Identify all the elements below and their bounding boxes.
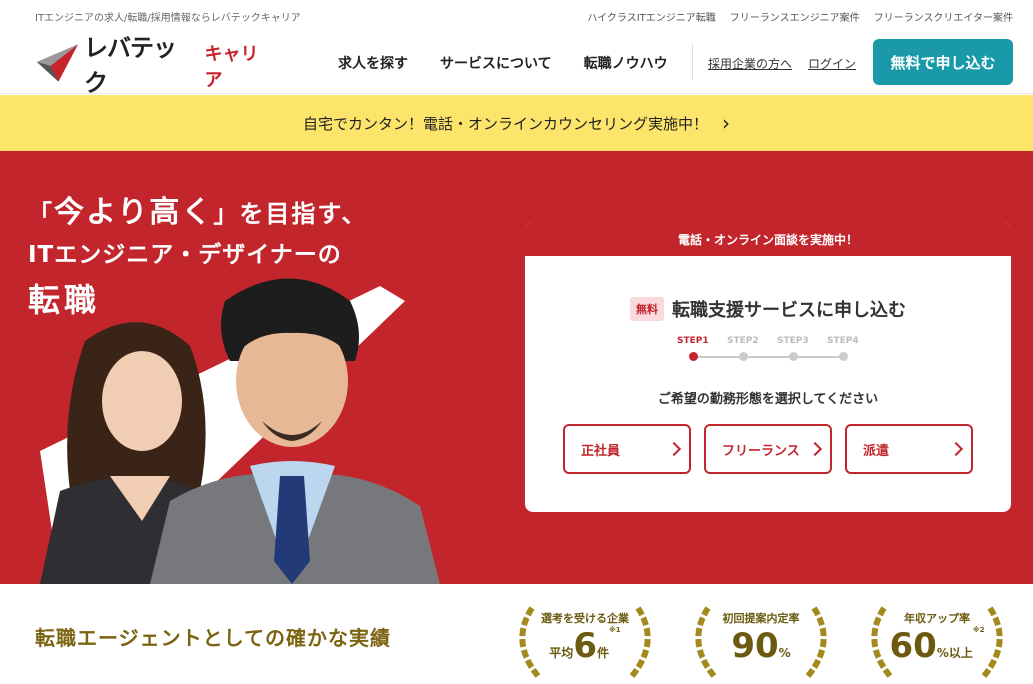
award-unit: 件: [596, 646, 609, 660]
logo-mark-icon: [36, 44, 79, 82]
award-value: 60%以上 ※2: [862, 626, 1012, 666]
achievements-section: 転職エージェントとしての確かな実績 選考を受ける企業 平均6件 ※1 初回提案内定…: [0, 584, 1033, 684]
logo-sub-text: キャリア: [204, 44, 259, 91]
nav-divider: [692, 44, 693, 80]
award-note: ※1: [609, 626, 621, 634]
award-note: ※2: [972, 626, 985, 634]
apply-form-card: 電話・オンライン面談を実施中！ 無料 転職支援サービスに申し込む STEP1 S…: [523, 220, 1013, 514]
hero-headline-1: 「今より高く」を目指す、: [28, 187, 368, 231]
option-label: 正社員: [581, 443, 621, 459]
chevron-right-icon: [948, 441, 964, 457]
award-offer-rate: 初回提案内定率 90%: [686, 602, 836, 680]
award-salary-up: 年収アップ率 60%以上 ※2: [862, 602, 1012, 680]
chevron-right-icon: [807, 441, 823, 457]
nav-item-jobs[interactable]: 求人を探す: [338, 53, 408, 73]
utility-links: ハイクラスITエンジニア転職 フリーランスエンジニア案件 フリーランスクリエイタ…: [587, 9, 1013, 24]
site-header: レバテック キャリア 求人を探す サービスについて 転職ノウハウ 採用企業の方へ…: [0, 32, 1033, 97]
card-title-row: 無料 転職支援サービスに申し込む: [525, 296, 1011, 322]
counseling-banner[interactable]: 自宅でカンタン！電話・オンラインカウンセリング実施中！ ›: [0, 95, 1033, 151]
nav-item-knowhow[interactable]: 転職ノウハウ: [584, 53, 668, 73]
nav-item-services[interactable]: サービスについて: [440, 53, 552, 73]
step-label-2: STEP2: [727, 336, 759, 346]
step-dot-2: [739, 352, 748, 361]
award-prefix: 平均: [549, 646, 574, 660]
award-label: 年収アップ率: [904, 612, 970, 625]
award-number: 60: [889, 626, 937, 666]
hero-people-image: [40, 278, 440, 584]
hero-headline-rest: を目指す、: [239, 200, 368, 228]
link-login[interactable]: ログイン: [808, 55, 856, 72]
option-freelance-button[interactable]: フリーランス: [704, 424, 832, 474]
award-number: 90: [731, 626, 779, 666]
award-label: 初回提案内定率: [722, 612, 800, 625]
step-label-3: STEP3: [777, 336, 809, 346]
award-unit: %以上: [936, 646, 973, 660]
util-link-freelance-engineer[interactable]: フリーランスエンジニア案件: [730, 9, 860, 24]
award-unit: %: [778, 646, 791, 660]
option-full-time-button[interactable]: 正社員: [563, 424, 691, 474]
step-dot-4: [839, 352, 848, 361]
achievements-title: 転職エージェントとしての確かな実績: [35, 626, 391, 650]
free-badge: 無料: [630, 297, 664, 321]
site-logo[interactable]: レバテック キャリア: [35, 34, 275, 97]
step-dot-1: [689, 352, 698, 361]
card-title: 転職支援サービスに申し込む: [672, 300, 906, 321]
step-indicator: STEP1 STEP2 STEP3 STEP4: [677, 336, 877, 366]
logo-main-text: レバテック: [84, 34, 177, 97]
option-dispatch-button[interactable]: 派遣: [845, 424, 973, 474]
util-link-freelance-creator[interactable]: フリーランスクリエイター案件: [874, 9, 1013, 24]
header-sublinks: 採用企業の方へ ログイン: [708, 32, 856, 94]
step-label-1: STEP1: [677, 336, 709, 346]
card-header: 電話・オンライン面談を実施中！: [525, 222, 1011, 256]
step-label-4: STEP4: [827, 336, 859, 346]
step-line: [693, 356, 843, 358]
option-label: フリーランス: [722, 443, 800, 459]
quote-close: 」: [213, 200, 240, 228]
chevron-right-icon: [666, 441, 682, 457]
hero-emphasis: 今より高く: [54, 195, 214, 230]
award-label: 選考を受ける企業: [541, 612, 629, 625]
quote-open: 「: [28, 200, 54, 228]
step-dot-3: [789, 352, 798, 361]
chevron-right-icon: ›: [722, 111, 730, 135]
apply-free-button[interactable]: 無料で申し込む: [873, 39, 1013, 85]
site-tagline: ITエンジニアの求人/転職/採用情報ならレバテックキャリア: [35, 12, 301, 24]
util-link-highclass[interactable]: ハイクラスITエンジニア転職: [587, 9, 715, 24]
employment-type-prompt: ご希望の勤務形態を選択してください: [657, 392, 879, 407]
link-for-employers[interactable]: 採用企業の方へ: [708, 55, 792, 72]
hero-section: 「今より高く」を目指す、 ITエンジニア・デザイナーの 転職 電話・オンライン面…: [0, 151, 1033, 584]
award-companies: 選考を受ける企業 平均6件 ※1: [510, 602, 660, 680]
award-value: 90%: [686, 626, 836, 666]
banner-text: 自宅でカンタン！電話・オンラインカウンセリング実施中！: [302, 114, 708, 133]
award-number: 6: [573, 626, 597, 666]
main-nav: 求人を探す サービスについて 転職ノウハウ: [338, 32, 668, 94]
option-label: 派遣: [863, 443, 890, 459]
award-value: 平均6件 ※1: [510, 626, 660, 666]
